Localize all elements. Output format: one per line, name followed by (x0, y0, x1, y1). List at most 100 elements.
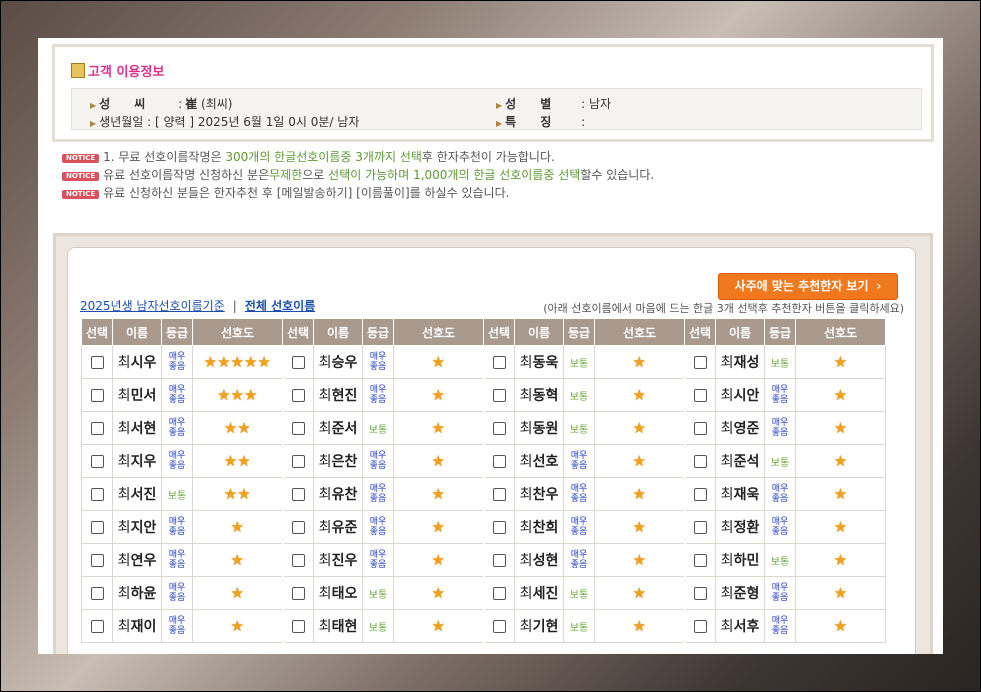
name-given: 승우 (331, 355, 358, 371)
star-icon: ★ (833, 584, 848, 602)
name-given: 재욱 (733, 487, 760, 503)
grade-cell: 보통 (563, 378, 595, 412)
name-surname: 최 (519, 388, 533, 404)
select-cell (281, 345, 314, 379)
name-select-checkbox[interactable] (291, 422, 305, 435)
grade-cell: 매우좋음 (362, 510, 394, 544)
name-select-checkbox[interactable] (693, 422, 707, 435)
name-select-checkbox[interactable] (693, 455, 707, 468)
select-cell (81, 345, 113, 379)
name-select-checkbox[interactable] (492, 455, 506, 468)
names-table-body: 최시우 매우좋음 ★★★★★ 최승우 매우좋음 ★ 최동욱 보통 ★ 최재성 보통 ★ 최민서 매우좋음 ★… (81, 345, 886, 643)
tab-all-names[interactable]: 전체 선호이름 (245, 299, 315, 313)
name-select-checkbox[interactable] (693, 587, 707, 600)
name-select-checkbox[interactable] (291, 587, 305, 600)
notice-item: NOTICE 1. 무료 선호이름작명은 300개의 한글선호이름중 3개까지 선… (62, 148, 654, 166)
name-select-checkbox[interactable] (492, 389, 506, 402)
name-given: 하윤 (130, 586, 157, 602)
name-surname: 최 (519, 586, 533, 602)
name-select-checkbox[interactable] (90, 488, 104, 501)
name-select-checkbox[interactable] (291, 620, 305, 633)
tab-separator: | (232, 299, 237, 313)
grade-label: 매우좋음 (168, 616, 186, 636)
name-select-checkbox[interactable] (492, 554, 506, 567)
surname-label: 성 씨 (99, 97, 146, 111)
feature-label: 특 징 (505, 115, 552, 129)
name-given: 태현 (331, 619, 358, 635)
grade-column-header: 등급 (563, 318, 595, 346)
name-select-checkbox[interactable] (90, 521, 104, 534)
name-cell: 최영준 (715, 411, 765, 445)
name-select-checkbox[interactable] (291, 356, 305, 369)
name-select-checkbox[interactable] (492, 620, 506, 633)
grade-cell: 매우좋음 (161, 609, 193, 643)
name-select-checkbox[interactable] (492, 521, 506, 534)
name-select-checkbox[interactable] (291, 488, 305, 501)
name-select-checkbox[interactable] (90, 587, 104, 600)
grade-cell: 보통 (161, 477, 193, 511)
name-cell: 최유찬 (313, 477, 363, 511)
name-select-checkbox[interactable] (291, 389, 305, 402)
name-cell: 최승우 (313, 345, 363, 379)
name-cell: 최연우 (112, 543, 162, 577)
grade-cell: 보통 (563, 345, 595, 379)
name-cell: 최기현 (514, 609, 564, 643)
star-icon: ★ (230, 617, 244, 635)
name-select-checkbox[interactable] (492, 356, 506, 369)
star-icon: ★ (203, 353, 218, 371)
name-select-checkbox[interactable] (693, 521, 707, 534)
star-icon: ★ (833, 353, 848, 371)
star-icon: ★ (632, 485, 646, 503)
name-surname: 최 (720, 454, 734, 470)
name-select-checkbox[interactable] (693, 389, 707, 402)
name-cell: 최시우 (112, 345, 162, 379)
preference-cell: ★ (795, 411, 886, 445)
name-cell: 최서진 (112, 477, 162, 511)
select-cell (683, 576, 716, 610)
preference-cell: ★ (594, 345, 685, 379)
name-surname: 최 (720, 487, 734, 503)
name-select-checkbox[interactable] (90, 554, 104, 567)
recommend-hanja-button[interactable]: 사주에 맞는 추천한자 보기 › (718, 273, 898, 300)
tab-year-names[interactable]: 2025년생 남자선호이름기준 (80, 299, 225, 313)
name-select-checkbox[interactable] (90, 455, 104, 468)
star-icon: ★ (632, 617, 646, 635)
select-column-header: 선택 (483, 318, 515, 346)
notice-text: 후 한자추천이 가능합니다. (421, 150, 555, 164)
star-icon: ★ (223, 452, 238, 470)
name-select-checkbox[interactable] (291, 455, 305, 468)
name-select-checkbox[interactable] (492, 587, 506, 600)
star-icon: ★ (632, 452, 646, 470)
name-select-checkbox[interactable] (291, 521, 305, 534)
select-cell (482, 576, 515, 610)
name-select-checkbox[interactable] (90, 389, 104, 402)
name-cell: 최현진 (313, 378, 363, 412)
name-select-checkbox[interactable] (693, 620, 707, 633)
name-select-checkbox[interactable] (492, 488, 506, 501)
grade-label: 보통 (569, 358, 589, 370)
notice-text: 유료 신청하신 분들은 한자추천 후 [메일발송하기] [이름풀이]를 하실수 … (103, 186, 510, 200)
name-select-checkbox[interactable] (90, 356, 104, 369)
name-surname: 최 (318, 388, 332, 404)
star-icon: ★ (230, 518, 244, 536)
grade-cell: 보통 (362, 411, 394, 445)
name-select-checkbox[interactable] (90, 620, 104, 633)
name-given: 세진 (532, 586, 559, 602)
name-cell: 최선호 (514, 444, 564, 478)
clipboard-icon (71, 63, 85, 78)
preference-cell: ★ (594, 510, 685, 544)
recommend-hanja-label: 사주에 맞는 추천한자 보기 (734, 279, 869, 293)
name-select-checkbox[interactable] (693, 488, 707, 501)
table-row: 최서진 보통 ★★ 최유찬 매우좋음 ★ 최찬우 매우좋음 ★ 최재욱 매우좋음 ★ (81, 477, 886, 511)
name-select-checkbox[interactable] (291, 554, 305, 567)
preference-cell: ★ (795, 510, 886, 544)
name-select-checkbox[interactable] (693, 554, 707, 567)
name-given: 지우 (130, 454, 157, 470)
name-select-checkbox[interactable] (492, 422, 506, 435)
name-cell: 최성현 (514, 543, 564, 577)
name-select-checkbox[interactable] (90, 422, 104, 435)
name-select-checkbox[interactable] (693, 356, 707, 369)
select-cell (81, 543, 113, 577)
select-cell (81, 609, 113, 643)
preference-cell: ★★★ (192, 378, 283, 412)
